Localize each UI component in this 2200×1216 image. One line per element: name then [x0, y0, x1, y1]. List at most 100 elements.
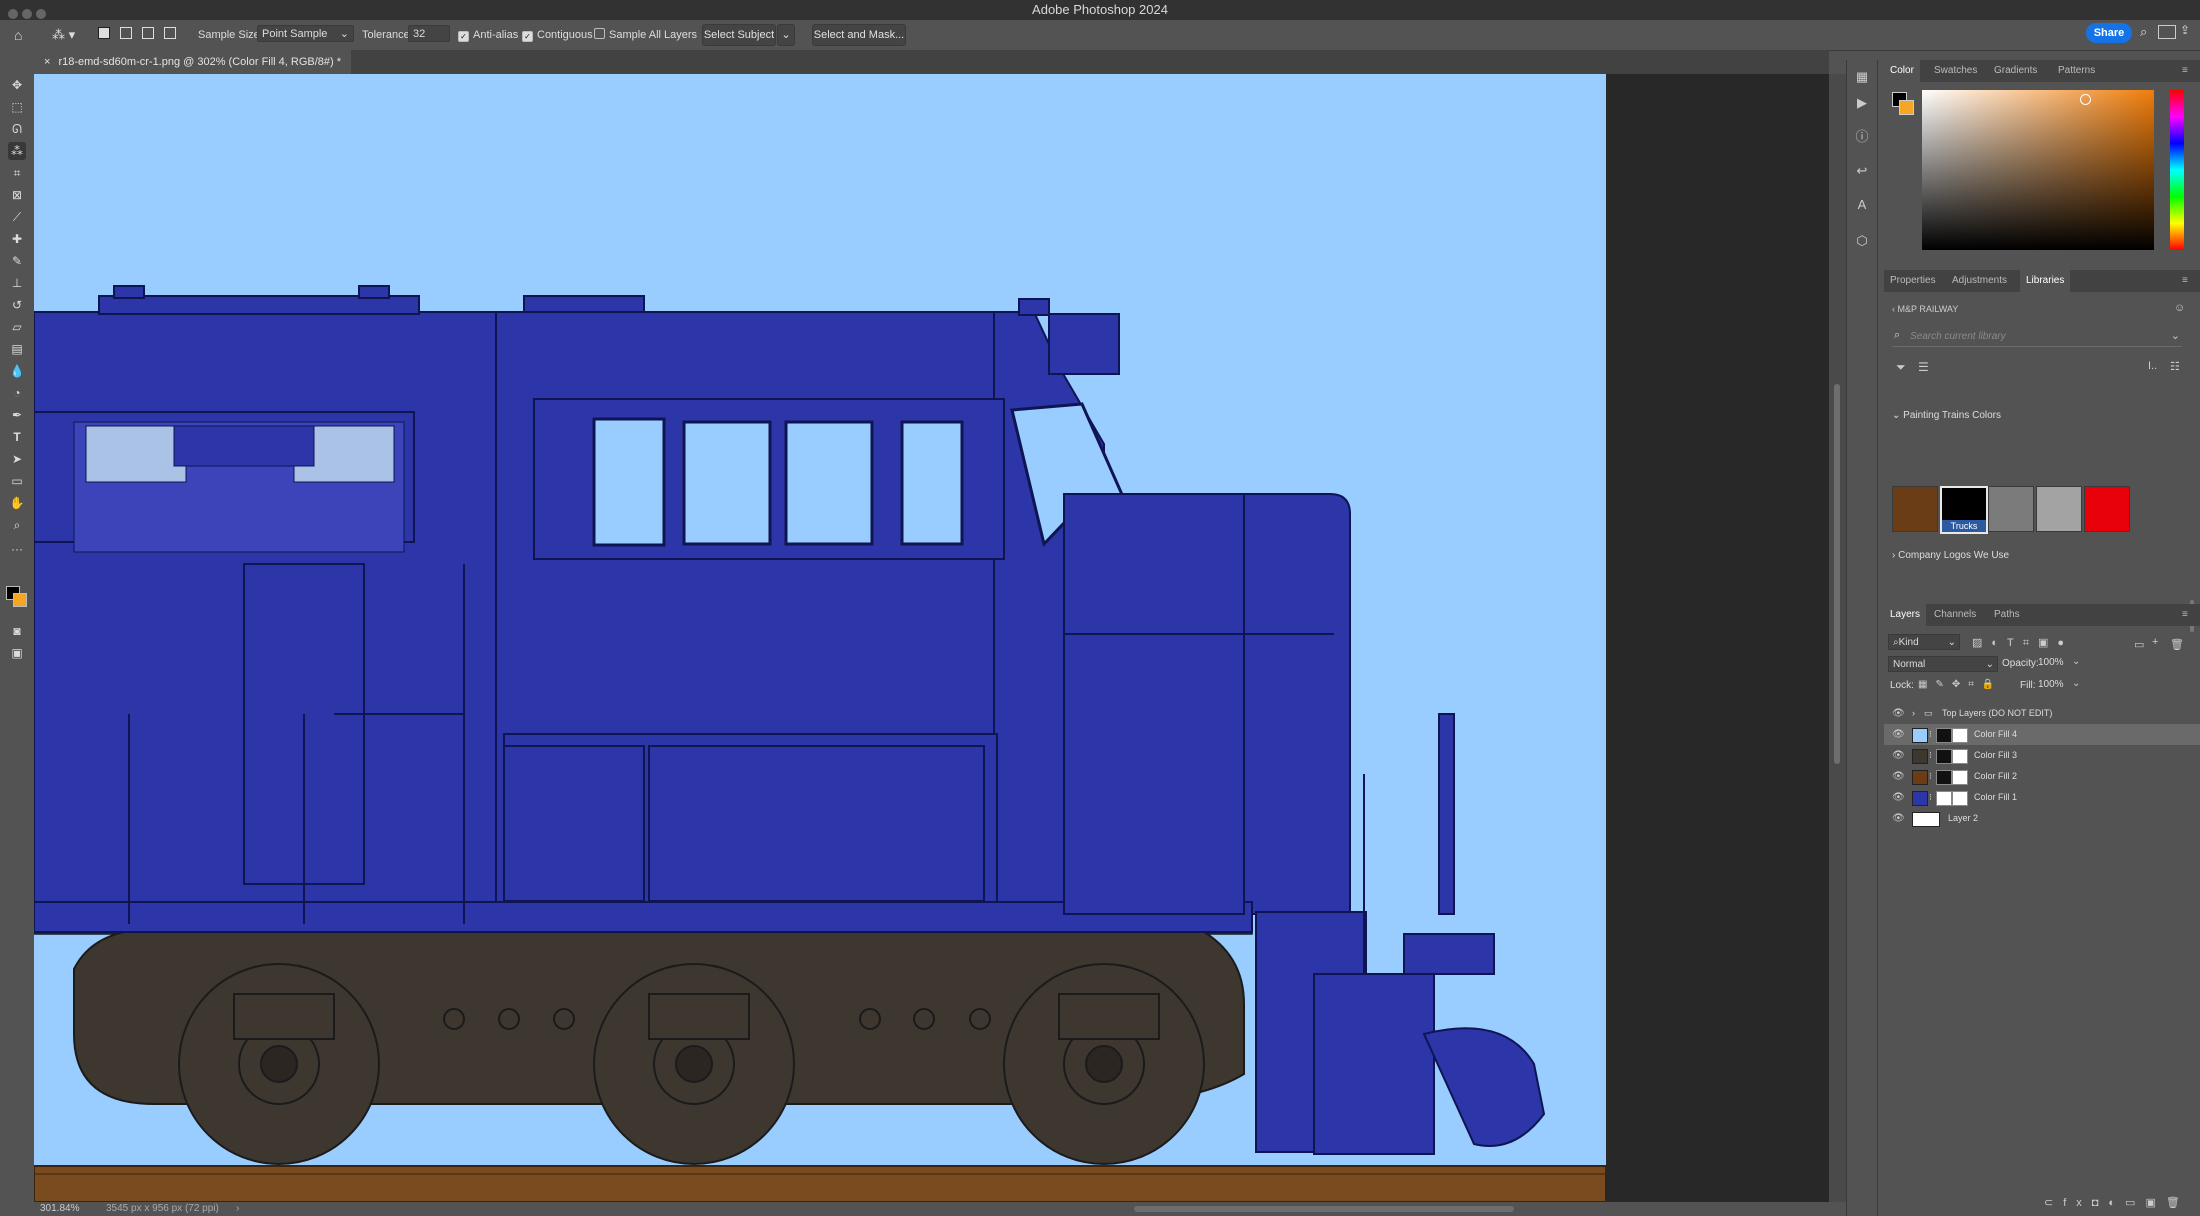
swatch-light-gray[interactable]	[2036, 486, 2082, 532]
brush-tool-icon[interactable]: ✎	[8, 252, 26, 270]
move-tool-icon[interactable]: ✥	[8, 76, 26, 94]
lock-icons[interactable]: ▦✎✥⌗🔒	[1918, 679, 2002, 690]
layer-row[interactable]: 👁 ⁝ Color Fill 3	[1884, 745, 2200, 766]
crop-tool-icon[interactable]: ⌗	[8, 164, 26, 182]
collaborators-icon[interactable]: ☺	[2174, 302, 2185, 314]
back-icon[interactable]: ‹	[1892, 304, 1895, 314]
select-subject-button[interactable]: Select Subject	[702, 24, 776, 46]
new-selection-icon[interactable]	[98, 27, 110, 39]
dodge-tool-icon[interactable]: ◔	[8, 384, 26, 402]
screen-mode-icon[interactable]: ▣	[8, 644, 26, 662]
opacity-value[interactable]: 100%	[2038, 657, 2064, 668]
sample-all-layers-checkbox[interactable]: Sample All Layers	[594, 25, 697, 45]
tab-patterns[interactable]: Patterns	[2052, 60, 2101, 82]
select-and-mask-button[interactable]: Select and Mask...	[812, 24, 906, 46]
anti-alias-checkbox[interactable]: ✓ Anti-alias	[458, 25, 518, 45]
tab-gradients[interactable]: Gradients	[1988, 60, 2043, 82]
history-panel-icon[interactable]: ▦	[1853, 68, 1871, 86]
actions-play-icon[interactable]: ▶	[1853, 94, 1871, 112]
swatch-brown[interactable]	[1892, 486, 1938, 532]
zoom-tool-icon[interactable]: ⌕	[8, 516, 26, 534]
new-group-folder-icon[interactable]: ▭	[2134, 638, 2144, 651]
blur-tool-icon[interactable]: 💧	[8, 362, 26, 380]
search-icon[interactable]: ⌕	[2140, 24, 2147, 40]
info-icon[interactable]: ⓘ	[1853, 128, 1871, 146]
fill-value[interactable]: 100%	[2038, 679, 2064, 690]
pen-tool-icon[interactable]: ✒	[8, 406, 26, 424]
status-menu-arrow[interactable]: ›	[236, 1203, 239, 1214]
eye-icon[interactable]: 👁	[1892, 703, 1905, 724]
contiguous-checkbox[interactable]: ✓ Contiguous	[522, 25, 593, 45]
layer-row[interactable]: 👁 › ▭ Top Layers (DO NOT EDIT)	[1884, 703, 2200, 724]
timeline-icon[interactable]: ↩	[1853, 162, 1871, 180]
background-color-swatch[interactable]	[13, 593, 27, 607]
3d-cube-icon[interactable]: ⬡	[1853, 232, 1871, 250]
eye-icon[interactable]: 👁	[1892, 766, 1905, 787]
list-view-icon[interactable]: ☷	[2170, 360, 2180, 373]
magic-wand-tool-preset-icon[interactable]: ⁂ ▾	[52, 25, 75, 45]
view-options-icon[interactable]: I..	[2148, 360, 2157, 372]
layer-row[interactable]: 👁 Layer 2	[1884, 808, 2200, 829]
layer-filter-kind-select[interactable]: ⌕Kind ⌄	[1888, 634, 1960, 650]
opacity-dropdown-icon[interactable]: ⌄	[2072, 656, 2080, 667]
library-header[interactable]: ‹ M&P RAILWAY	[1892, 304, 1958, 314]
eye-icon[interactable]: 👁	[1892, 787, 1905, 808]
type-tool-icon[interactable]: T	[8, 428, 26, 446]
tolerance-input[interactable]: 32	[408, 25, 450, 42]
rectangular-marquee-tool-icon[interactable]: ⬚	[8, 98, 26, 116]
horizontal-scroll-thumb[interactable]	[1134, 1206, 1514, 1212]
swatch-red[interactable]	[2084, 486, 2130, 532]
blend-mode-select[interactable]: Normal ⌄	[1888, 656, 1998, 672]
swatch-black-trucks[interactable]: Trucks	[1940, 486, 1988, 534]
tab-channels[interactable]: Channels	[1928, 604, 1982, 626]
add-to-selection-icon[interactable]	[120, 27, 132, 39]
sample-size-select[interactable]: Point Sample ⌄	[257, 25, 354, 42]
layer-row[interactable]: 👁 ⁝ Color Fill 1	[1884, 787, 2200, 808]
healing-brush-tool-icon[interactable]: ✚	[8, 230, 26, 248]
tab-swatches[interactable]: Swatches	[1928, 60, 1983, 82]
panel-menu-icon[interactable]: ≡	[2176, 60, 2194, 82]
tab-color[interactable]: Color	[1884, 60, 1920, 82]
vertical-scroll-thumb[interactable]	[1834, 384, 1840, 764]
panel-menu-icon[interactable]: ≡	[2176, 270, 2194, 292]
chevron-down-icon[interactable]: ⌄	[2171, 329, 2180, 342]
library-search-input[interactable]: ⌕ Search current library ⌄	[1892, 328, 2182, 347]
vertical-scrollbar[interactable]	[1829, 74, 1846, 1202]
layer-row[interactable]: 👁 ⁝ Color Fill 4	[1884, 724, 2200, 745]
sort-icon[interactable]: ☰	[1918, 360, 1929, 374]
layer-row[interactable]: 👁 ⁝ Color Fill 2	[1884, 766, 2200, 787]
magic-wand-tool-icon[interactable]: ⁂	[8, 142, 26, 160]
path-selection-tool-icon[interactable]: ➤	[8, 450, 26, 468]
library-group-company-logos[interactable]: › Company Logos We Use	[1892, 550, 2009, 561]
chevron-right-icon[interactable]: ›	[1912, 703, 1915, 724]
history-brush-tool-icon[interactable]: ↺	[8, 296, 26, 314]
library-group-painting-trains-colors[interactable]: ⌄ Painting Trains Colors	[1892, 410, 2001, 421]
intersect-selection-icon[interactable]	[164, 27, 176, 39]
swatch-gray[interactable]	[1988, 486, 2034, 532]
panel-menu-icon[interactable]: ≡	[2176, 604, 2194, 626]
close-tab-icon[interactable]: ×	[44, 56, 50, 68]
add-element-icon[interactable]: +	[2152, 636, 2158, 648]
layers-footer-icons[interactable]: ⊂fx◘◐▭▣🗑	[2044, 1196, 2190, 1209]
eye-icon[interactable]: 👁	[1892, 724, 1905, 745]
tab-paths[interactable]: Paths	[1988, 604, 2026, 626]
eraser-tool-icon[interactable]: ▱	[8, 318, 26, 336]
share-document-icon[interactable]: ⇪	[2180, 23, 2190, 37]
gradient-tool-icon[interactable]: ▤	[8, 340, 26, 358]
workspace-icon[interactable]	[2158, 25, 2176, 39]
subtract-from-selection-icon[interactable]	[142, 27, 154, 39]
rectangle-tool-icon[interactable]: ▭	[8, 472, 26, 490]
eye-icon[interactable]: 👁	[1892, 808, 1905, 829]
frame-tool-icon[interactable]: ⊠	[8, 186, 26, 204]
filter-icon[interactable]: ⏷	[1896, 360, 1906, 375]
trash-icon[interactable]: 🗑	[2170, 638, 2184, 651]
document-tab[interactable]: × r18-emd-sd60m-cr-1.png @ 302% (Color Fi…	[34, 50, 352, 74]
color-picker-cursor[interactable]	[2080, 94, 2091, 105]
background-color-chip[interactable]	[1899, 100, 1914, 115]
more-tools-icon[interactable]: ···	[8, 540, 26, 558]
quick-mask-icon[interactable]: ◙	[8, 622, 26, 640]
layer-filter-icons[interactable]: ▨◐T⌗▣●	[1972, 636, 2073, 650]
color-picker-field[interactable]	[1922, 90, 2154, 250]
fill-dropdown-icon[interactable]: ⌄	[2072, 678, 2080, 689]
tab-properties[interactable]: Properties	[1884, 270, 1942, 292]
